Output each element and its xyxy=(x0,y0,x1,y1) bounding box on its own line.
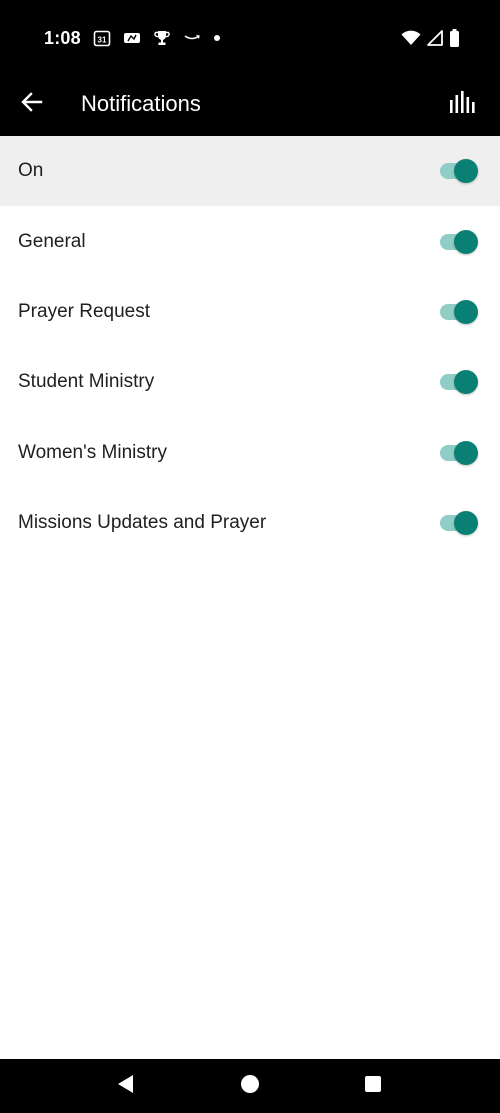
wifi-icon xyxy=(401,30,421,46)
setting-label: Student Ministry xyxy=(18,371,155,393)
system-nav-bar xyxy=(0,1059,500,1113)
toggle-thumb xyxy=(454,229,478,254)
setting-row-student-ministry[interactable]: Student Ministry xyxy=(0,347,500,417)
nav-back-button[interactable] xyxy=(114,1074,138,1098)
setting-row-on[interactable]: On xyxy=(0,136,500,207)
calendar-icon: 31 xyxy=(93,29,111,47)
toggle-switch-on[interactable] xyxy=(440,159,478,184)
back-button[interactable] xyxy=(16,88,48,120)
toggle-switch-womens-ministry[interactable] xyxy=(440,440,478,465)
page-title: Notifications xyxy=(81,91,201,116)
nav-home-icon xyxy=(240,1074,260,1099)
toggle-switch-missions-updates[interactable] xyxy=(440,511,478,536)
setting-row-womens-ministry[interactable]: Women's Ministry xyxy=(0,418,500,488)
nav-home-button[interactable] xyxy=(238,1074,262,1098)
setting-label: General xyxy=(18,230,86,252)
toggle-thumb xyxy=(454,370,478,395)
nav-back-icon xyxy=(116,1074,136,1099)
signal-icon xyxy=(427,30,443,46)
setting-row-general[interactable]: General xyxy=(0,206,500,276)
toggle-switch-general[interactable] xyxy=(440,229,478,254)
status-time: 1:08 xyxy=(44,27,81,48)
setting-label: Prayer Request xyxy=(18,300,151,322)
setting-row-prayer-request[interactable]: Prayer Request xyxy=(0,277,500,347)
setting-label: Women's Ministry xyxy=(18,441,167,463)
toggle-thumb xyxy=(454,159,478,184)
toggle-switch-student-ministry[interactable] xyxy=(440,370,478,395)
setting-label: On xyxy=(18,160,44,182)
notifications-screen: 1:08 31 Notifications On General Prayer … xyxy=(0,0,500,1113)
nav-recents-icon xyxy=(364,1075,382,1098)
arrow-back-icon xyxy=(21,91,43,118)
dot-icon xyxy=(213,34,221,42)
calendar-day: 31 xyxy=(97,36,106,45)
amazon-icon xyxy=(183,33,201,43)
app-bar: Notifications xyxy=(0,74,500,136)
toggle-switch-prayer-request[interactable] xyxy=(440,299,478,324)
mlb-icon xyxy=(123,31,141,45)
settings-list: On General Prayer Request Student Minist… xyxy=(0,136,500,558)
toggle-thumb xyxy=(454,440,478,465)
setting-row-missions-updates[interactable]: Missions Updates and Prayer xyxy=(0,488,500,558)
status-left: 1:08 31 xyxy=(44,26,221,50)
status-right xyxy=(401,27,460,49)
toggle-thumb xyxy=(454,299,478,324)
battery-icon xyxy=(449,29,460,47)
toggle-thumb xyxy=(454,511,478,536)
bar-chart-icon xyxy=(449,90,477,118)
setting-label: Missions Updates and Prayer xyxy=(18,512,267,534)
nav-recents-button[interactable] xyxy=(361,1074,385,1098)
status-bar: 1:08 31 xyxy=(0,0,500,74)
stats-button[interactable] xyxy=(448,89,478,119)
trophy-icon xyxy=(153,29,171,47)
